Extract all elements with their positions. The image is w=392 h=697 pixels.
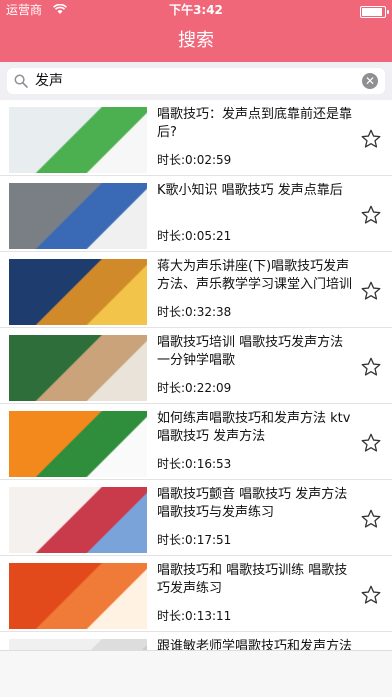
- video-row[interactable]: 唱歌技巧和 唱歌技巧训练 唱歌技巧发声练习时长:0:13:11: [0, 556, 392, 632]
- clear-search-icon[interactable]: ✕: [362, 73, 378, 89]
- video-row[interactable]: 唱歌技巧颤音 唱歌技巧 发声方法唱歌技巧与发声练习时长:0:17:51: [0, 480, 392, 556]
- search-bar: 发声 ✕: [0, 62, 392, 100]
- search-query: 发声: [35, 73, 63, 89]
- favorite-star-icon[interactable]: [360, 280, 382, 302]
- video-thumbnail[interactable]: [9, 411, 147, 477]
- video-thumbnail[interactable]: [9, 487, 147, 553]
- video-row[interactable]: 唱歌技巧培训 唱歌技巧发声方法 一分钟学唱歌时长:0:22:09: [0, 328, 392, 404]
- status-time: 下午3:42: [169, 3, 223, 17]
- video-thumbnail[interactable]: [9, 639, 147, 650]
- video-title: 跟谁敏老师学唱歌技巧和发声方法: [157, 639, 353, 650]
- video-thumbnail[interactable]: [9, 335, 147, 401]
- status-bar: 运营商 下午3:42: [0, 0, 392, 20]
- video-thumbnail[interactable]: [9, 107, 147, 173]
- video-duration: 时长:0:13:11: [157, 609, 232, 623]
- video-list[interactable]: 唱歌技巧：发声点到底靠前还是靠后? 时长:0:02:59 K歌小知识 唱歌技巧 发声…: [0, 100, 392, 650]
- video-row[interactable]: 唱歌技巧：发声点到底靠前还是靠后? 时长:0:02:59: [0, 100, 392, 176]
- video-title: K歌小知识 唱歌技巧 发声点靠后: [157, 183, 343, 198]
- favorite-star-icon[interactable]: [360, 432, 382, 454]
- favorite-star-icon[interactable]: [360, 508, 382, 530]
- video-duration: 时长:0:32:38: [157, 305, 232, 319]
- video-title: 唱歌技巧：发声点到底靠前还是靠后?: [157, 107, 353, 140]
- video-row[interactable]: K歌小知识 唱歌技巧 发声点靠后 时长:0:05:21: [0, 176, 392, 252]
- video-duration: 时长:0:22:09: [157, 381, 232, 395]
- video-duration: 时长:0:02:59: [157, 153, 232, 167]
- search-icon: [14, 74, 28, 88]
- battery-icon: [360, 6, 389, 18]
- header: 运营商 下午3:42 搜索: [0, 0, 392, 62]
- video-title: 唱歌技巧颤音 唱歌技巧 发声方法唱歌技巧与发声练习: [157, 487, 348, 520]
- video-duration: 时长:0:05:21: [157, 229, 232, 243]
- favorite-star-icon[interactable]: [360, 584, 382, 606]
- video-title: 如何练声唱歌技巧和发声方法 ktv唱歌技巧 发声方法: [157, 411, 351, 444]
- video-title: 唱歌技巧和 唱歌技巧训练 唱歌技巧发声练习: [157, 563, 348, 596]
- video-duration: 时长:0:17:51: [157, 533, 232, 547]
- video-thumbnail[interactable]: [9, 183, 147, 249]
- video-title: 唱歌技巧培训 唱歌技巧发声方法 一分钟学唱歌: [157, 335, 344, 368]
- video-thumbnail[interactable]: [9, 259, 147, 325]
- page-title: 搜索: [178, 30, 214, 51]
- favorite-star-icon[interactable]: [360, 356, 382, 378]
- video-duration: 时长:0:16:53: [157, 457, 232, 471]
- bottom-bar: [0, 650, 392, 697]
- video-title: 蒋大为声乐讲座(下)唱歌技巧发声方法、声乐教学学习课堂入门培训: [157, 259, 353, 292]
- search-input[interactable]: 发声 ✕: [7, 68, 385, 94]
- video-row[interactable]: 跟谁敏老师学唱歌技巧和发声方法: [0, 632, 392, 650]
- favorite-star-icon[interactable]: [360, 204, 382, 226]
- video-row[interactable]: 如何练声唱歌技巧和发声方法 ktv唱歌技巧 发声方法时长:0:16:53: [0, 404, 392, 480]
- video-row[interactable]: 蒋大为声乐讲座(下)唱歌技巧发声方法、声乐教学学习课堂入门培训时长:0:32:3…: [0, 252, 392, 328]
- video-thumbnail[interactable]: [9, 563, 147, 629]
- favorite-star-icon[interactable]: [360, 128, 382, 150]
